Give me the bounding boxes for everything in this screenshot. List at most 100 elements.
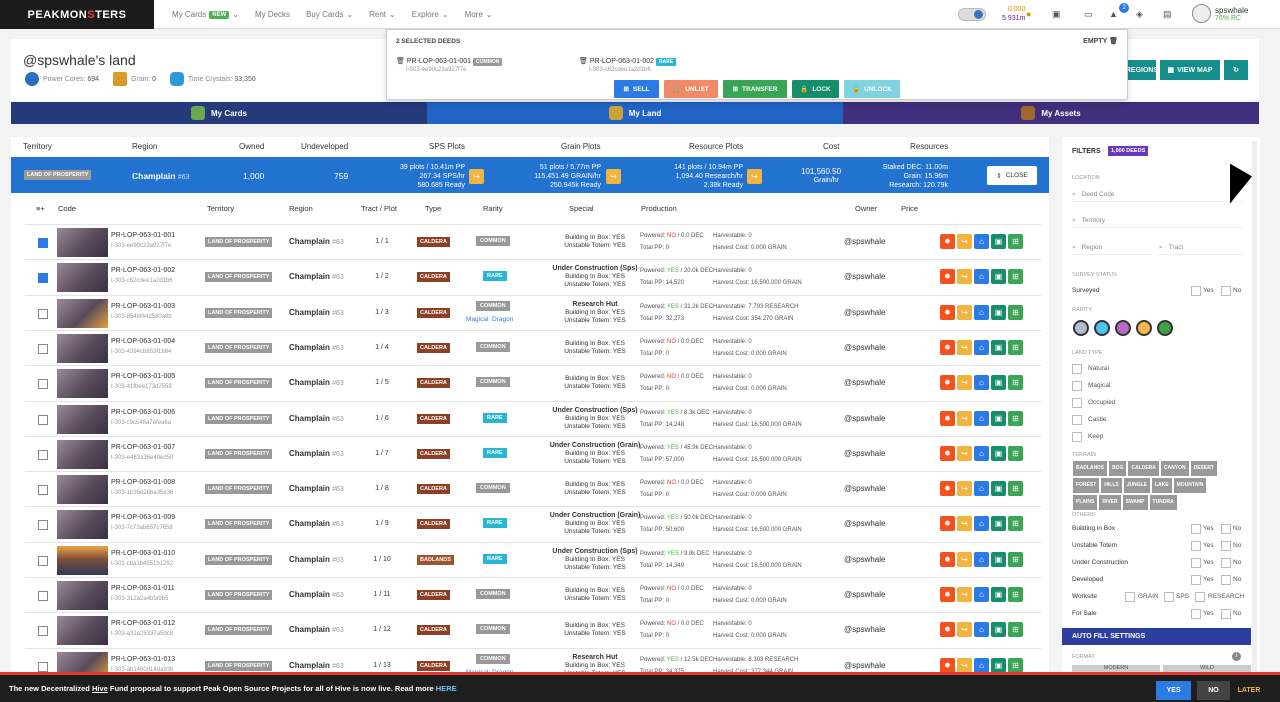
refresh-button[interactable]: ↻ [1224,60,1248,80]
store-icon[interactable]: ⌂ [974,481,989,497]
others-no-checkbox[interactable] [1221,558,1231,568]
deed-code[interactable]: PR-LOP-063-01-007 I-303-e483a36e49ed50 [111,443,175,463]
harvest-icon[interactable]: ↪ [957,269,972,285]
deed-code[interactable]: PR-LOP-063-01-010 I-301-cba1b4551b1292 [111,549,175,569]
terrain-tag[interactable]: MOUNTAIN [1173,478,1207,493]
store-icon[interactable]: ⌂ [974,304,989,320]
terrain-tag[interactable]: TUNDRA [1149,495,1177,510]
nav-more[interactable]: More ⌄ [465,10,493,19]
gear-icon[interactable]: ✹ [940,551,955,567]
row-select-checkbox[interactable] [38,308,48,319]
gear-icon[interactable]: ✹ [940,304,955,320]
deed-code[interactable]: PR-LOP-063-01-009 I-303-7c73ab657c7658 [111,513,175,533]
balance-display[interactable]: 0.000 5.931m [1002,5,1025,23]
lock-icon[interactable]: ▣ [991,375,1006,391]
row-select-checkbox[interactable] [38,379,48,390]
terrain-tag[interactable]: CALDERA [1128,461,1159,476]
lock-icon[interactable]: ▣ [991,587,1006,602]
tab-my-land[interactable]: My Land [427,102,843,124]
owner-name[interactable]: @spswhale [844,519,885,528]
store-icon[interactable]: ⌂ [974,516,989,532]
harvest-icon[interactable]: ↪ [957,516,972,532]
sort-icon[interactable]: ≡+ [36,204,45,213]
row-select-checkbox[interactable] [38,520,48,531]
row-select-checkbox[interactable] [38,555,48,566]
th-region[interactable]: Region [289,204,313,213]
terrain-tag[interactable]: BADLANDS [1073,461,1108,476]
for-sale-yes-checkbox[interactable] [1191,609,1201,619]
rarity-epic-toggle[interactable] [1115,320,1131,336]
auto-fill-settings-header[interactable]: AUTO FILL SETTINGS [1062,628,1251,645]
col-resources[interactable]: Resources [910,142,948,151]
row-select-checkbox[interactable] [38,661,48,672]
transfer-icon[interactable]: ⊞ [1008,516,1023,532]
gear-icon[interactable]: ✹ [940,445,955,461]
land-type-checkbox[interactable] [1072,432,1082,442]
store-icon[interactable]: ⌂ [974,657,989,673]
table-row[interactable]: PR-LOP-063-01-008 I-303-1b35e26ba35e36 LA… [25,471,1041,506]
table-row[interactable]: PR-LOP-063-01-005 I-303-41fbee173d7559 LA… [25,365,1041,400]
th-special[interactable]: Special [569,204,594,213]
for-sale-no-checkbox[interactable] [1221,609,1231,619]
harvest-icon[interactable]: ↪ [957,410,972,426]
terrain-tag[interactable]: LAKE [1152,478,1172,493]
gift-icon[interactable]: ▣ [1052,9,1063,19]
transfer-icon[interactable]: ⊞ [1008,410,1023,426]
logo[interactable]: PEAKMON S TERS [0,0,154,29]
tract-input[interactable]: ⌕ Tract [1159,241,1242,255]
territory-input[interactable]: ⌕ Territory [1072,214,1242,228]
row-select-checkbox[interactable] [38,449,48,460]
terrain-tag[interactable]: PLAINS [1073,495,1098,510]
gear-icon[interactable]: ✹ [940,234,955,249]
deed-code-input[interactable]: ⌕ Deed Code [1072,188,1242,202]
owner-name[interactable]: @spswhale [844,378,885,387]
gear-icon[interactable]: ✹ [940,657,955,673]
deed-code[interactable]: PR-LOP-063-01-008 I-303-1b35e26ba35e36 [111,478,175,498]
banner-yes-button[interactable]: YES [1156,681,1191,700]
th-tract-plot[interactable]: Tract / Plot [361,204,397,213]
region-summary-row[interactable]: LAND OF PROSPERITY Champlain #63 1,000 7… [11,157,1049,193]
surveyed-no-checkbox[interactable] [1221,286,1231,296]
regions-button[interactable]: REGIONS [1126,60,1158,80]
rarity-mythic-toggle[interactable] [1157,320,1173,336]
rarity-rare-toggle[interactable] [1094,320,1110,336]
gear-icon[interactable]: ✹ [940,481,955,497]
region-input[interactable]: ⌕ Region [1072,241,1152,255]
store-icon[interactable]: ⌂ [974,269,989,285]
view-map-button[interactable]: ▦ VIEW MAP [1160,60,1220,80]
owner-name[interactable]: @spswhale [844,449,885,458]
gear-icon[interactable]: ✹ [940,516,955,532]
land-type-checkbox[interactable] [1072,381,1082,391]
banner-later-button[interactable]: LATER [1233,681,1265,700]
store-icon[interactable]: ⌂ [974,375,989,391]
rarity-common-toggle[interactable] [1073,320,1089,336]
transfer-icon[interactable]: ⊞ [1008,445,1023,461]
info-icon[interactable]: i [1232,652,1241,661]
lock-icon[interactable]: ▣ [991,445,1006,461]
th-price[interactable]: Price [901,204,918,213]
row-select-checkbox[interactable] [38,238,48,248]
lock-icon[interactable]: ▣ [991,516,1006,532]
empty-button[interactable]: EMPTY 🗑 [1083,37,1118,45]
harvest-icon[interactable]: ↪ [957,304,972,320]
lock-icon[interactable]: ▣ [991,339,1006,355]
deed-code[interactable]: PR-LOP-063-01-004 I-303-4394cb853f1b84 [111,337,175,357]
harvest-icon[interactable]: ↪ [957,481,972,497]
harvest-icon[interactable]: ↪ [957,234,972,249]
lock-icon[interactable]: ▣ [991,304,1006,320]
table-row[interactable]: PR-LOP-063-01-001 I-303-ee90c23a927f7e LA… [25,224,1041,259]
others-yes-checkbox[interactable] [1191,575,1201,585]
transfer-icon[interactable]: ⊞ [1008,657,1023,673]
owner-name[interactable]: @spswhale [844,661,885,670]
owner-name[interactable]: @spswhale [844,237,885,246]
nav-my-decks[interactable]: My Decks [255,10,290,19]
deed-code[interactable]: PR-LOP-063-01-011 I-303-312a2a4bfa9b5 [111,584,175,604]
nav-explore[interactable]: Explore ⌄ [412,10,449,19]
store-icon[interactable]: ⌂ [974,339,989,355]
store-icon[interactable]: ⌂ [974,587,989,602]
theme-toggle[interactable] [958,8,986,21]
row-select-checkbox[interactable] [38,273,48,284]
deed-code[interactable]: PR-LOP-063-01-003 I-303-854bf442580a8b [111,302,175,322]
banner-no-button[interactable]: NO [1197,681,1230,700]
th-rarity[interactable]: Rarity [483,204,503,213]
